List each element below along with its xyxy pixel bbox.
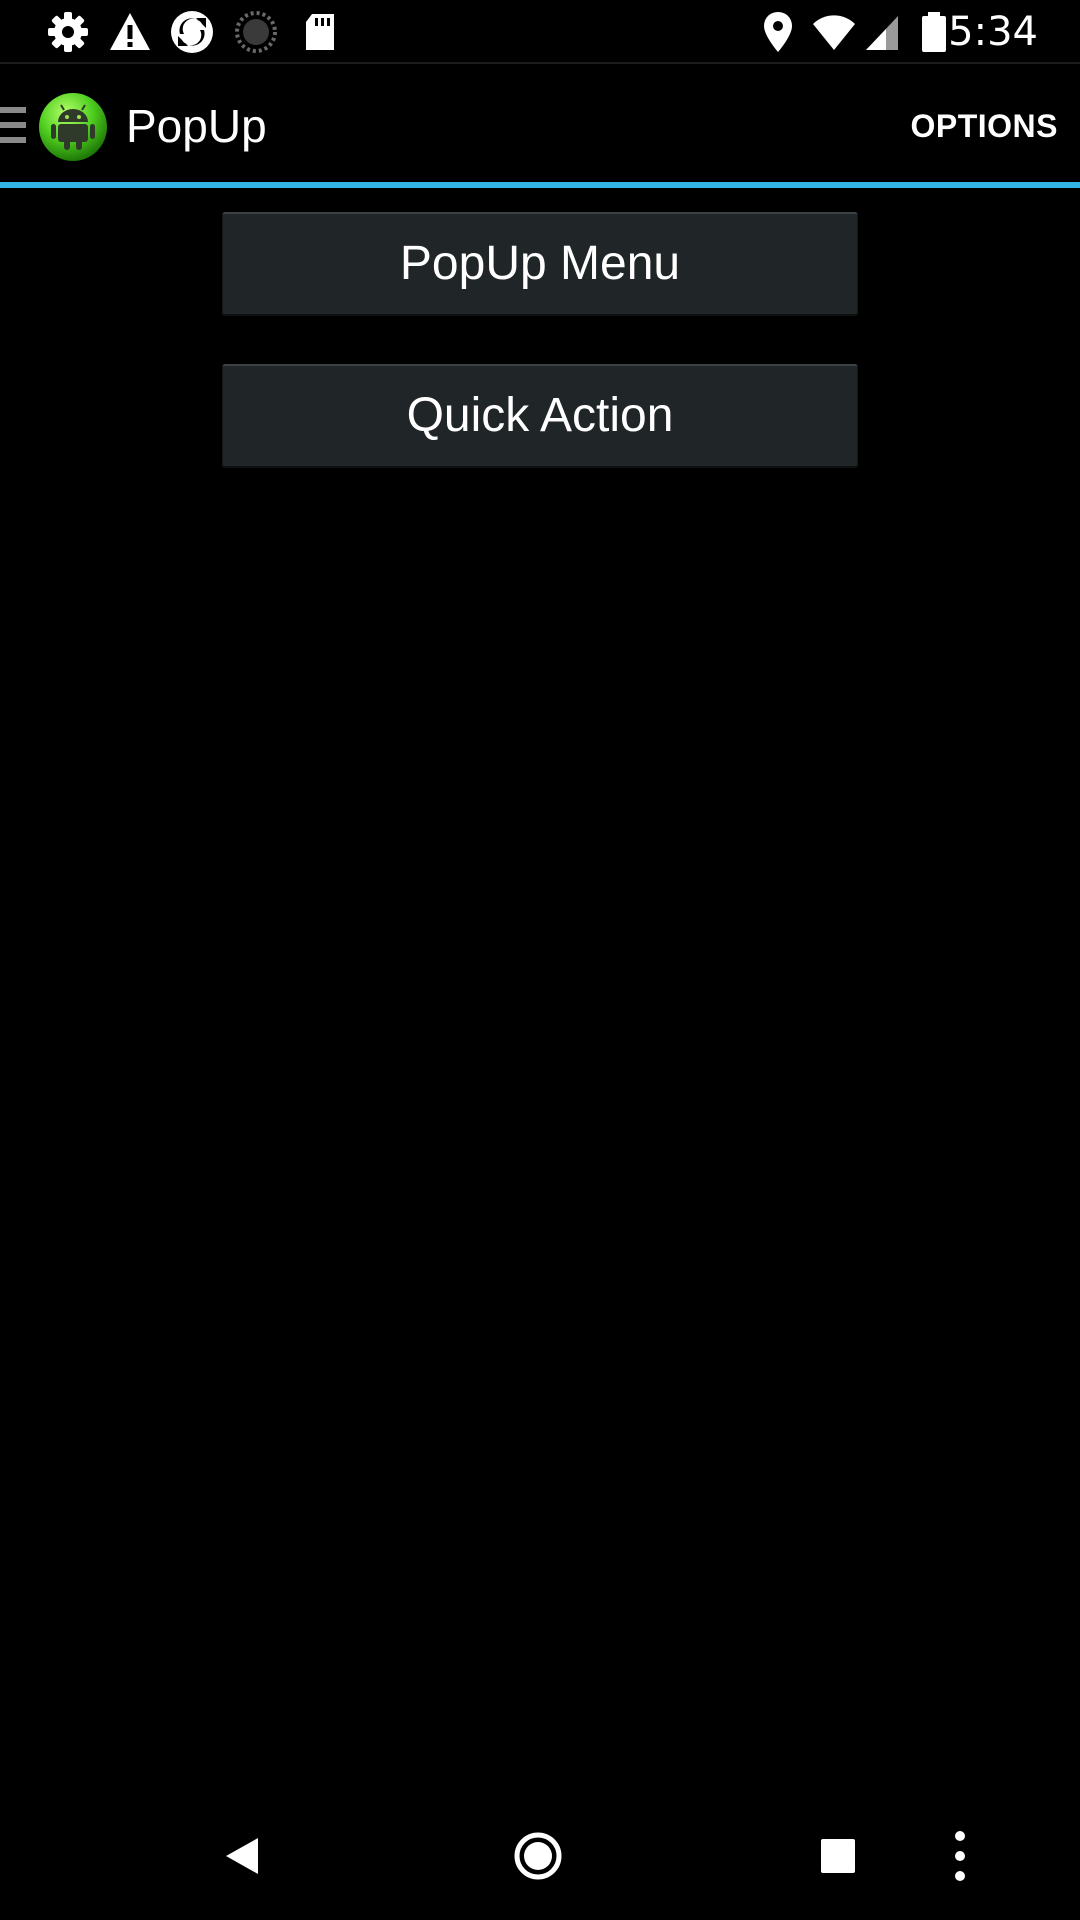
warning-icon (108, 10, 152, 54)
status-bar: 5:34 (0, 0, 1080, 64)
loading-icon (234, 10, 278, 54)
cell-signal-icon (862, 10, 906, 54)
drawer-indicator-icon[interactable] (0, 107, 26, 143)
clock: 5:34 (948, 9, 1038, 55)
quick-action-button[interactable]: Quick Action (222, 364, 858, 468)
settings-icon (46, 10, 90, 54)
back-icon[interactable] (212, 1826, 272, 1886)
home-icon[interactable] (508, 1826, 568, 1886)
recents-icon[interactable] (808, 1826, 868, 1886)
app-logo-icon[interactable] (38, 92, 108, 162)
popup-menu-button[interactable]: PopUp Menu (222, 212, 858, 316)
location-icon (756, 10, 800, 54)
options-button[interactable]: OPTIONS (908, 96, 1060, 156)
overflow-menu-icon[interactable] (930, 1826, 990, 1886)
sync-app-icon (170, 10, 214, 54)
action-bar-divider (0, 182, 1080, 188)
sd-card-icon (298, 10, 342, 54)
app-title: PopUp (126, 100, 267, 152)
wifi-icon (812, 10, 856, 54)
